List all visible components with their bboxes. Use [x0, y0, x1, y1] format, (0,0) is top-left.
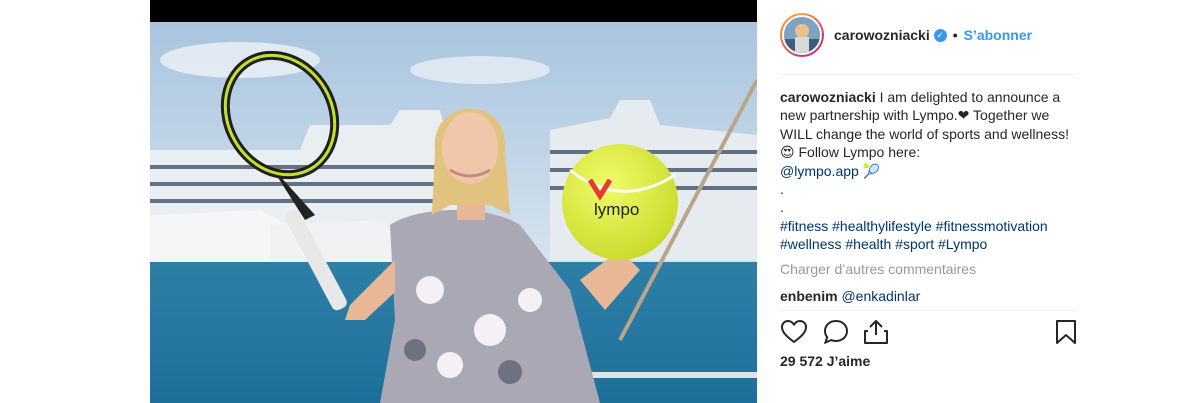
caption-mention[interactable]: @lympo.app: [780, 163, 859, 179]
comment-username[interactable]: enbenim: [780, 288, 838, 304]
hashtag-link[interactable]: #fitness: [780, 218, 828, 234]
header-separator: •: [952, 27, 958, 43]
hashtag-link[interactable]: #healthylifestyle: [832, 218, 932, 234]
load-more-comments-button[interactable]: Charger d’autres commentaires: [780, 261, 976, 277]
divider: [780, 74, 1076, 75]
heart-icon[interactable]: [780, 318, 808, 346]
hashtag-link[interactable]: #fitnessmotivation: [936, 218, 1048, 234]
comment-bubble-icon[interactable]: [822, 318, 850, 346]
post-header: carowozniacki ✓ • S’abonner: [780, 12, 1032, 58]
hashtag-link[interactable]: #wellness: [780, 236, 841, 252]
post-sidebar: carowozniacki ✓ • S’abonner carowozniack…: [780, 0, 1076, 403]
caption-emoji: 🎾: [862, 162, 881, 179]
avatar[interactable]: [782, 15, 822, 55]
caption: carowozniacki I am delighted to announce…: [780, 88, 1076, 254]
bookmark-icon[interactable]: [1052, 318, 1080, 346]
share-icon[interactable]: [862, 318, 890, 346]
follow-button[interactable]: S’abonner: [964, 27, 1032, 43]
caption-dot: .: [780, 199, 784, 216]
divider: [780, 310, 1076, 311]
post-actions: [780, 316, 1076, 348]
caption-dot: .: [780, 181, 784, 198]
post-photo[interactable]: lympo: [150, 0, 757, 403]
header-username[interactable]: carowozniacki: [834, 27, 930, 43]
comment-mention[interactable]: @enkadinlar: [841, 288, 920, 304]
hashtag-link[interactable]: #sport: [895, 236, 934, 252]
ball-logo-text: lympo: [594, 200, 639, 219]
caption-username[interactable]: carowozniacki: [780, 89, 876, 105]
comment: enbenim @enkadinlar: [780, 288, 920, 304]
avatar-image: [784, 17, 820, 53]
avatar-story-ring[interactable]: [780, 13, 824, 57]
likes-count[interactable]: 29 572 J’aime: [780, 353, 870, 369]
hashtag-link[interactable]: #health: [845, 236, 891, 252]
photo-scene: lympo: [150, 0, 757, 403]
hashtag-link[interactable]: #Lympo: [938, 236, 987, 252]
verified-badge-icon: ✓: [933, 28, 947, 42]
